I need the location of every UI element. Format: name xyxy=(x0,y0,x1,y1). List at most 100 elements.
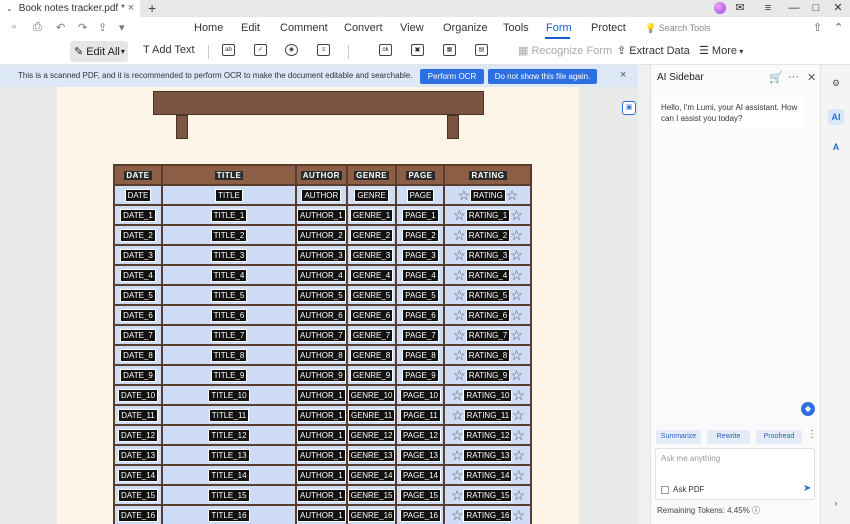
date-field[interactable]: DATE_9 xyxy=(120,368,156,382)
checkbox-icon[interactable]: ✓ xyxy=(254,44,267,56)
new-tab-button[interactable]: + xyxy=(148,0,156,16)
page-field[interactable]: PAGE_1 xyxy=(402,208,439,222)
rating-field[interactable]: RATING_9 xyxy=(465,368,511,382)
menu-home[interactable]: Home xyxy=(194,22,223,34)
page-field[interactable]: PAGE_10 xyxy=(399,388,441,402)
genre-field[interactable]: GENRE_9 xyxy=(349,368,394,382)
rating-field[interactable]: RATING_12 xyxy=(463,428,513,442)
rating-field[interactable]: RATING_11 xyxy=(463,408,513,422)
collapse-ribbon-icon[interactable]: ⌃ xyxy=(834,21,843,34)
title-field[interactable]: TITLE_8 xyxy=(210,348,248,362)
ai-assistant-icon[interactable]: AI xyxy=(828,109,844,125)
star-icon[interactable]: ☆ xyxy=(512,407,525,423)
menu-form[interactable]: Form xyxy=(546,22,572,34)
dont-show-again-button[interactable]: Do not show this file again. xyxy=(488,69,597,84)
page-field[interactable]: PAGE_16 xyxy=(399,508,441,522)
title-field[interactable]: TITLE_16 xyxy=(208,508,250,522)
save-icon[interactable]: ▫ xyxy=(12,21,16,33)
rating-field[interactable]: RATING_4 xyxy=(465,268,511,282)
page-field[interactable]: PAGE_5 xyxy=(402,288,439,302)
author-field[interactable]: AUTHOR_9 xyxy=(297,368,346,382)
recognize-form-button[interactable]: ▦ Recognize Form xyxy=(518,44,612,57)
menu-icon[interactable]: ≡ xyxy=(758,0,778,17)
title-field[interactable]: TITLE_9 xyxy=(210,368,248,382)
star-icon[interactable]: ☆ xyxy=(451,387,464,403)
star-icon[interactable]: ☆ xyxy=(453,287,466,303)
genre-field[interactable]: GENRE_6 xyxy=(349,308,394,322)
star-icon[interactable]: ☆ xyxy=(510,347,523,363)
document-tab[interactable]: ⌄ Book notes tracker.pdf * × xyxy=(0,0,140,17)
extract-data-button[interactable]: ⇪ Extract Data xyxy=(617,44,690,57)
author-field[interactable]: AUTHOR_1 xyxy=(297,408,346,422)
author-field[interactable]: AUTHOR_1 xyxy=(297,468,346,482)
star-icon[interactable]: ☆ xyxy=(453,267,466,283)
author-field[interactable]: AUTHOR_1 xyxy=(297,508,346,522)
author-field[interactable]: AUTHOR_1 xyxy=(297,488,346,502)
genre-field[interactable]: GENRE_3 xyxy=(349,248,394,262)
menu-view[interactable]: View xyxy=(400,22,424,34)
title-field[interactable]: TITLE_5 xyxy=(210,288,248,302)
title-field[interactable]: TITLE_13 xyxy=(208,448,250,462)
genre-field[interactable]: GENRE_10 xyxy=(347,388,396,402)
floating-ai-icon[interactable]: ▣ xyxy=(622,101,636,115)
vertical-scrollbar[interactable] xyxy=(638,65,650,524)
title-field[interactable]: TITLE_14 xyxy=(208,468,250,482)
author-field[interactable]: AUTHOR_7 xyxy=(297,328,346,342)
page-field[interactable]: PAGE_8 xyxy=(402,348,439,362)
menu-edit[interactable]: Edit xyxy=(241,22,260,34)
date-field[interactable]: DATE_4 xyxy=(120,268,156,282)
tab-caret-icon[interactable]: ⌄ xyxy=(6,4,13,13)
genre-field[interactable]: GENRE xyxy=(354,188,389,202)
star-icon[interactable]: ☆ xyxy=(510,307,523,323)
summarize-chip[interactable]: Summarize xyxy=(656,430,701,444)
date-field[interactable]: DATE_16 xyxy=(117,508,159,522)
date-field[interactable]: DATE xyxy=(124,188,152,202)
rating-field[interactable]: RATING_8 xyxy=(465,348,511,362)
page-field[interactable]: PAGE_6 xyxy=(402,308,439,322)
shopping-bag-icon[interactable]: 🛒 xyxy=(769,71,783,84)
title-field[interactable]: TITLE_7 xyxy=(210,328,248,342)
expand-rail-icon[interactable]: › xyxy=(828,495,844,511)
user-avatar[interactable] xyxy=(714,2,726,14)
date-field[interactable]: DATE_2 xyxy=(120,228,156,242)
date-field[interactable]: DATE_8 xyxy=(120,348,156,362)
translate-icon[interactable]: A xyxy=(828,139,844,155)
date-field[interactable]: DATE_3 xyxy=(120,248,156,262)
author-field[interactable]: AUTHOR_2 xyxy=(297,228,346,242)
star-icon[interactable]: ☆ xyxy=(510,327,523,343)
author-field[interactable]: AUTHOR_1 xyxy=(297,388,346,402)
page-field[interactable]: PAGE_7 xyxy=(402,328,439,342)
rating-field[interactable]: RATING_7 xyxy=(465,328,511,342)
star-icon[interactable]: ☆ xyxy=(512,507,525,523)
date-field[interactable]: DATE_7 xyxy=(120,328,156,342)
genre-field[interactable]: GENRE_8 xyxy=(349,348,394,362)
redo-icon[interactable]: ↷ xyxy=(78,21,87,34)
close-window-button[interactable]: ✕ xyxy=(828,0,848,17)
document-viewport[interactable]: DATE TITLE AUTHOR GENRE PAGE RATING DATE… xyxy=(0,65,650,524)
more-options-icon[interactable]: ··· xyxy=(788,71,799,83)
star-icon[interactable]: ☆ xyxy=(453,227,466,243)
genre-field[interactable]: GENRE_12 xyxy=(347,428,396,442)
text-field-icon[interactable]: ab xyxy=(222,44,235,56)
author-field[interactable]: AUTHOR_5 xyxy=(297,288,346,302)
author-field[interactable]: AUTHOR_6 xyxy=(297,308,346,322)
send-icon[interactable]: ➤ xyxy=(803,483,811,494)
genre-field[interactable]: GENRE_15 xyxy=(347,488,396,502)
title-field[interactable]: TITLE_2 xyxy=(210,228,248,242)
menu-comment[interactable]: Comment xyxy=(280,22,328,34)
rating-field[interactable]: RATING_1 xyxy=(465,208,511,222)
perform-ocr-button[interactable]: Perform OCR xyxy=(420,69,484,84)
genre-field[interactable]: GENRE_1 xyxy=(349,208,394,222)
title-field[interactable]: TITLE_12 xyxy=(208,428,250,442)
author-field[interactable]: AUTHOR_1 xyxy=(297,448,346,462)
rating-field[interactable]: RATING_16 xyxy=(463,508,513,522)
ask-input[interactable]: Ask me anything Ask PDF ➤ xyxy=(655,448,815,500)
upload-icon[interactable]: ⇧ xyxy=(813,21,822,34)
settings-sliders-icon[interactable]: ⚙ xyxy=(828,75,844,91)
title-field[interactable]: TITLE_6 xyxy=(210,308,248,322)
rating-field[interactable]: RATING_5 xyxy=(465,288,511,302)
author-field[interactable]: AUTHOR xyxy=(301,188,342,202)
minimize-button[interactable]: — xyxy=(784,0,804,17)
tab-close-icon[interactable]: × xyxy=(128,2,134,14)
menu-protect[interactable]: Protect xyxy=(591,22,626,34)
